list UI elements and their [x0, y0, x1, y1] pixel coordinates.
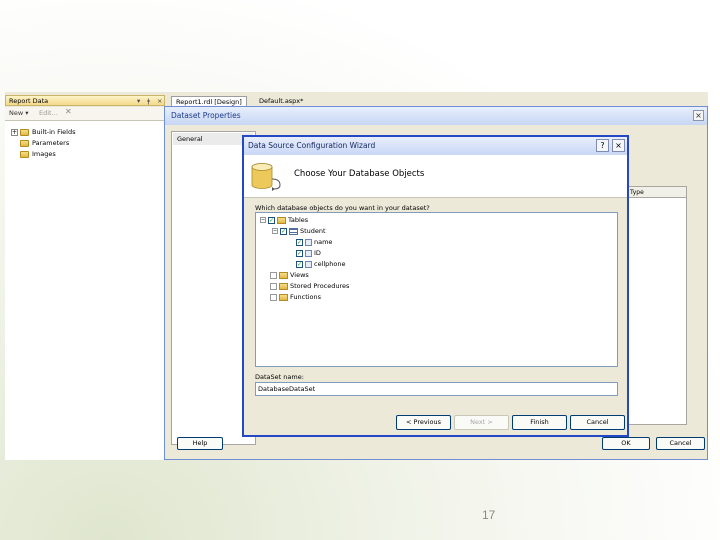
tree-item-label: cellphone — [314, 260, 346, 268]
wizard-header: Choose Your Database Objects — [244, 155, 627, 198]
database-objects-tree: − ✓ Tables − ✓ Student ✓ name ✓ ID ✓ cellphone … — [255, 212, 618, 367]
fields-grid: Type — [627, 186, 687, 425]
dialog-title: Dataset Properties — [171, 111, 241, 120]
wizard-heading: Choose Your Database Objects — [294, 169, 425, 179]
tree-item-column-cellphone[interactable]: ✓ cellphone — [296, 259, 346, 269]
close-icon[interactable]: × — [693, 110, 704, 121]
collapse-icon[interactable]: − — [272, 228, 278, 234]
collapse-icon[interactable]: − — [260, 217, 266, 223]
dataset-name-input[interactable]: DatabaseDataSet — [255, 382, 618, 396]
tree-item-label: ID — [314, 249, 321, 257]
tree-item-parameters[interactable]: Parameters — [20, 138, 69, 148]
tree-item-column-id[interactable]: ✓ ID — [296, 248, 321, 258]
data-source-wizard-dialog: Data Source Configuration Wizard ? × Cho… — [242, 135, 629, 437]
column-checkbox[interactable]: ✓ — [296, 249, 303, 257]
nav-item-general[interactable]: General — [173, 133, 253, 145]
column-icon — [305, 260, 312, 268]
tree-item-label: Stored Procedures — [290, 282, 350, 290]
tree-item-built-in-fields[interactable]: + Built-in Fields — [11, 127, 75, 137]
dataset-properties-titlebar: Dataset Properties × — [165, 107, 707, 125]
next-button[interactable]: Next > — [454, 415, 509, 430]
expand-icon[interactable]: + — [11, 128, 18, 136]
column-icon — [305, 249, 312, 257]
tree-item-views[interactable]: Views — [270, 270, 309, 280]
dataset-name-label: DataSet name: — [255, 373, 304, 381]
folder-icon — [20, 150, 29, 158]
report-data-titlebar: Report Data ▾ ǂ × — [5, 95, 165, 106]
cancel-button[interactable]: Cancel — [656, 437, 705, 450]
new-menu-button[interactable]: New ▾ — [9, 109, 29, 117]
report-data-toolbar: New ▾ Edit... ✕ — [5, 107, 165, 121]
tree-item-label: Student — [300, 227, 326, 235]
tree-item-images[interactable]: Images — [20, 149, 56, 159]
ok-button[interactable]: OK — [602, 437, 650, 450]
wizard-cancel-button[interactable]: Cancel — [570, 415, 625, 430]
edit-button[interactable]: Edit... — [39, 109, 58, 117]
column-icon — [305, 238, 312, 246]
tree-item-column-name[interactable]: ✓ name — [296, 237, 332, 247]
tree-item-functions[interactable]: Functions — [270, 292, 321, 302]
functions-checkbox[interactable] — [270, 293, 277, 301]
folder-icon — [279, 282, 288, 290]
previous-button[interactable]: < Previous — [396, 415, 451, 430]
delete-icon[interactable]: ✕ — [65, 107, 72, 116]
tree-item-stored-procedures[interactable]: Stored Procedures — [270, 281, 349, 291]
tree-item-label: Built-in Fields — [32, 128, 76, 136]
tree-item-label: Tables — [288, 216, 309, 224]
table-icon — [289, 227, 298, 235]
panel-close-icon[interactable]: × — [157, 97, 162, 105]
tree-item-label: Views — [290, 271, 309, 279]
tree-item-label: Parameters — [32, 139, 70, 147]
folder-icon — [279, 293, 288, 301]
page-number: 17 — [482, 508, 496, 522]
pin-icon[interactable]: ǂ — [147, 97, 150, 105]
column-checkbox[interactable]: ✓ — [296, 238, 303, 246]
close-icon[interactable]: × — [612, 139, 625, 152]
pin-dropdown-icon[interactable]: ▾ — [137, 97, 140, 105]
wizard-titlebar: Data Source Configuration Wizard ? × — [244, 137, 627, 155]
folder-icon — [277, 216, 286, 224]
tree-item-label: Functions — [290, 293, 322, 301]
objects-question-label: Which database objects do you want in yo… — [255, 204, 430, 212]
folder-icon — [20, 139, 29, 147]
tree-item-label: name — [314, 238, 333, 246]
column-checkbox[interactable]: ✓ — [296, 260, 303, 268]
views-checkbox[interactable] — [270, 271, 277, 279]
help-icon[interactable]: ? — [596, 139, 609, 152]
tree-item-tables[interactable]: − ✓ Tables — [260, 215, 308, 225]
tables-checkbox[interactable]: ✓ — [268, 216, 275, 224]
tree-item-label: Images — [32, 150, 56, 158]
tree-item-student[interactable]: − ✓ Student — [272, 226, 326, 236]
help-button[interactable]: Help — [177, 437, 223, 450]
grid-header: Type — [628, 187, 686, 198]
student-checkbox[interactable]: ✓ — [280, 227, 287, 235]
finish-button[interactable]: Finish — [512, 415, 567, 430]
folder-icon — [20, 128, 29, 136]
folder-icon — [279, 271, 288, 279]
database-icon — [251, 163, 281, 191]
wizard-title: Data Source Configuration Wizard — [248, 141, 376, 150]
procedures-checkbox[interactable] — [270, 282, 277, 290]
report-data-title: Report Data — [9, 97, 49, 105]
report-data-tree: + Built-in Fields Parameters Images — [5, 121, 166, 460]
